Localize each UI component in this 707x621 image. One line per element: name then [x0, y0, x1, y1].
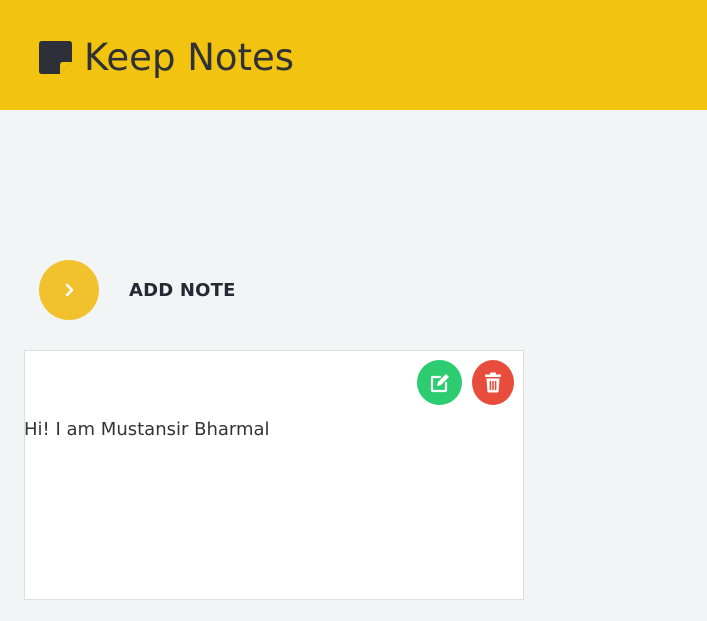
app-header: Keep Notes	[0, 0, 707, 110]
delete-note-button[interactable]	[472, 360, 514, 405]
chevron-right-icon	[65, 283, 74, 297]
app-title: Keep Notes	[84, 36, 295, 79]
edit-icon	[430, 373, 449, 392]
note-card: Hi! I am Mustansir Bharmal	[24, 350, 524, 600]
note-text: Hi! I am Mustansir Bharmal	[24, 419, 270, 440]
add-note-row[interactable]: ADD NOTE	[39, 260, 236, 320]
trash-icon	[485, 372, 501, 393]
sticky-note-icon	[39, 41, 72, 74]
add-note-button[interactable]	[39, 260, 99, 320]
add-note-label: ADD NOTE	[129, 279, 236, 301]
edit-note-button[interactable]	[417, 360, 462, 405]
